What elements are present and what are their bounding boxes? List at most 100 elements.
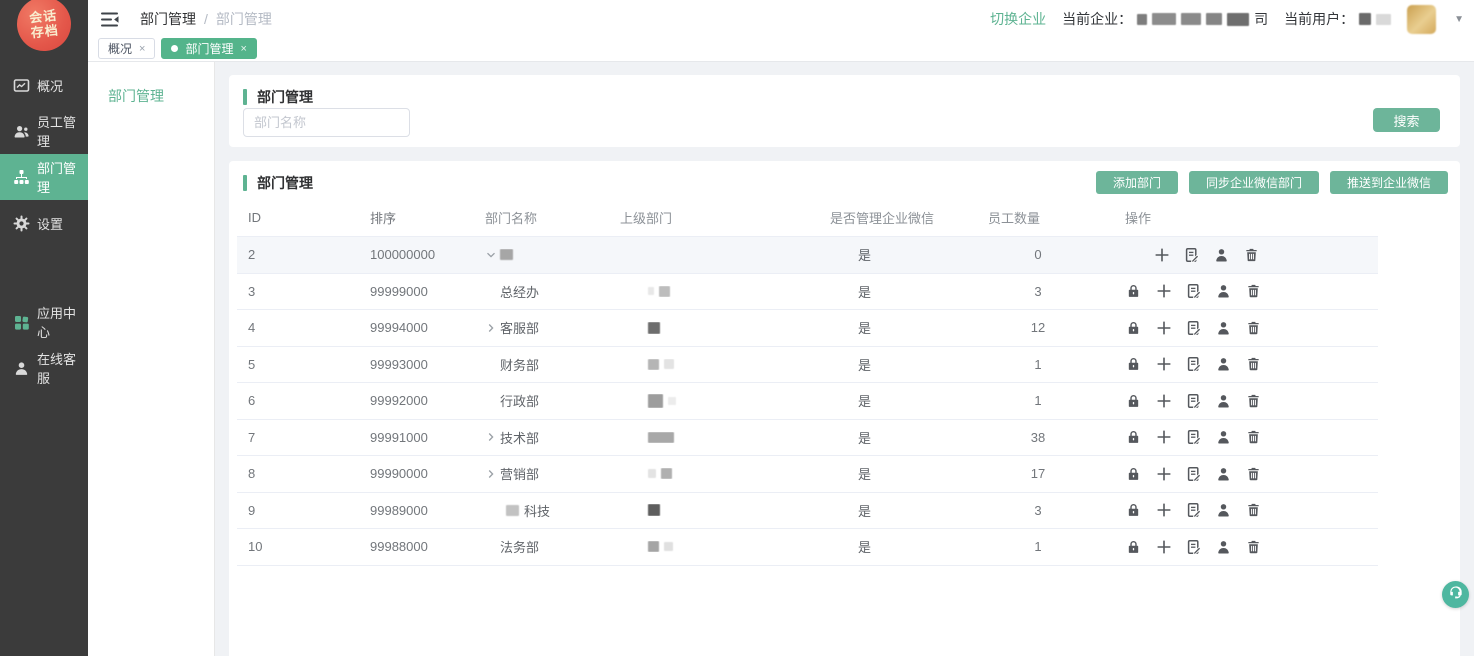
search-button[interactable]: 搜索 <box>1373 108 1440 132</box>
add-sub-department-icon[interactable] <box>1155 465 1172 482</box>
department-members-icon[interactable] <box>1215 392 1232 409</box>
edit-department-icon[interactable] <box>1185 465 1202 482</box>
lock-icon[interactable] <box>1125 283 1142 300</box>
user-name-redacted <box>1359 13 1391 25</box>
cell-operations <box>1125 392 1378 409</box>
department-members-icon[interactable] <box>1215 429 1232 446</box>
lock-icon[interactable] <box>1125 465 1142 482</box>
add-sub-department-icon[interactable] <box>1155 392 1172 409</box>
user-menu-caret-down-icon[interactable]: ▼ <box>1454 14 1464 25</box>
department-members-icon[interactable] <box>1215 465 1232 482</box>
department-members-icon[interactable] <box>1213 246 1230 263</box>
cell-department-name: 总经办 <box>485 282 620 301</box>
edit-department-icon[interactable] <box>1185 538 1202 555</box>
user-avatar[interactable] <box>1407 5 1436 34</box>
cell-department-name: 科技 <box>485 501 620 520</box>
cell-employee-count: 1 <box>988 539 1088 554</box>
add-department-button[interactable]: 添加部门 <box>1096 171 1178 194</box>
switch-company-link[interactable]: 切换企业 <box>990 9 1046 29</box>
edit-department-icon[interactable] <box>1185 319 1202 336</box>
cell-manage-wecom: 是 <box>830 464 988 483</box>
sidebar-item-app-center[interactable]: 应用中心 <box>0 299 88 345</box>
settings-gear-icon <box>13 215 30 232</box>
sidebar-item-label: 应用中心 <box>37 303 88 341</box>
title-accent-bar <box>243 89 247 105</box>
department-name-text: 总经办 <box>500 282 539 301</box>
edit-department-icon[interactable] <box>1185 283 1202 300</box>
add-sub-department-icon[interactable] <box>1155 283 1172 300</box>
active-tab-dot <box>171 45 178 52</box>
sidebar-item-departments[interactable]: 部门管理 <box>0 154 88 200</box>
tab-overview[interactable]: 概况 × <box>98 38 155 59</box>
add-sub-department-icon[interactable] <box>1155 356 1172 373</box>
add-sub-department-icon[interactable] <box>1155 429 1172 446</box>
department-members-icon[interactable] <box>1215 319 1232 336</box>
collapse-row-arrow-icon[interactable] <box>485 249 500 261</box>
delete-department-icon[interactable] <box>1245 538 1262 555</box>
cell-employee-count: 17 <box>988 466 1088 481</box>
department-members-icon[interactable] <box>1215 502 1232 519</box>
lock-icon[interactable] <box>1125 392 1142 409</box>
department-name-text: 营销部 <box>500 464 539 483</box>
edit-department-icon[interactable] <box>1185 502 1202 519</box>
department-members-icon[interactable] <box>1215 538 1232 555</box>
edit-department-icon[interactable] <box>1185 392 1202 409</box>
lock-icon[interactable] <box>1125 429 1142 446</box>
edit-department-icon[interactable] <box>1185 356 1202 373</box>
table-header-row: ID 排序 部门名称 上级部门 是否管理企业微信 员工数量 操作 <box>237 199 1378 237</box>
overview-chart-icon <box>13 77 30 94</box>
sync-wecom-departments-button[interactable]: 同步企业微信部门 <box>1189 171 1319 194</box>
cell-department-name: 行政部 <box>485 391 620 410</box>
delete-department-icon[interactable] <box>1243 246 1260 263</box>
tab-departments[interactable]: 部门管理 × <box>161 38 256 59</box>
delete-department-icon[interactable] <box>1245 465 1262 482</box>
department-table: ID 排序 部门名称 上级部门 是否管理企业微信 员工数量 操作 2100000… <box>237 199 1378 566</box>
close-icon[interactable]: × <box>240 43 246 55</box>
collapse-sidebar-icon[interactable] <box>101 11 121 27</box>
customer-service-float-button[interactable] <box>1442 581 1469 608</box>
edit-department-icon[interactable] <box>1183 246 1200 263</box>
delete-department-icon[interactable] <box>1245 319 1262 336</box>
delete-department-icon[interactable] <box>1245 502 1262 519</box>
push-to-wecom-button[interactable]: 推送到企业微信 <box>1330 171 1448 194</box>
table-body: 2100000000是0399999000总经办是3499994000客服部是1… <box>237 237 1378 566</box>
expand-row-arrow-icon[interactable] <box>485 431 500 443</box>
lock-icon[interactable] <box>1125 502 1142 519</box>
lock-icon[interactable] <box>1125 356 1142 373</box>
redacted-text <box>1206 13 1222 25</box>
add-sub-department-icon[interactable] <box>1155 319 1172 336</box>
delete-department-icon[interactable] <box>1245 429 1262 446</box>
online-service-person-icon <box>13 360 30 377</box>
expand-row-arrow-icon[interactable] <box>485 468 500 480</box>
delete-department-icon[interactable] <box>1245 392 1262 409</box>
cell-parent-department <box>620 541 830 552</box>
sidebar-item-label: 部门管理 <box>37 158 88 196</box>
redacted-text <box>664 542 673 551</box>
cell-manage-wecom: 是 <box>830 245 988 264</box>
breadcrumb-section[interactable]: 部门管理 <box>140 9 196 29</box>
submenu-item-departments[interactable]: 部门管理 <box>88 62 214 106</box>
delete-department-icon[interactable] <box>1245 283 1262 300</box>
cell-operations <box>1125 356 1378 373</box>
lock-icon[interactable] <box>1125 319 1142 336</box>
department-name-text: 法务部 <box>500 537 539 556</box>
redacted-text <box>664 359 674 369</box>
lock-icon[interactable] <box>1125 538 1142 555</box>
department-name-input[interactable] <box>243 108 410 137</box>
close-icon[interactable]: × <box>139 43 145 55</box>
department-members-icon[interactable] <box>1215 356 1232 373</box>
expand-row-arrow-icon[interactable] <box>485 322 500 334</box>
delete-department-icon[interactable] <box>1245 356 1262 373</box>
edit-department-icon[interactable] <box>1185 429 1202 446</box>
add-sub-department-icon[interactable] <box>1155 502 1172 519</box>
sidebar-item-online-service[interactable]: 在线客服 <box>0 345 88 391</box>
sidebar-item-settings[interactable]: 设置 <box>0 200 88 246</box>
sidebar-item-overview[interactable]: 概况 <box>0 62 88 108</box>
cell-department-name: 技术部 <box>485 428 620 447</box>
add-sub-department-icon[interactable] <box>1153 246 1170 263</box>
current-company-label: 当前企业： <box>1062 9 1132 29</box>
sidebar-item-employees[interactable]: 员工管理 <box>0 108 88 154</box>
add-sub-department-icon[interactable] <box>1155 538 1172 555</box>
department-members-icon[interactable] <box>1215 283 1232 300</box>
search-card-title: 部门管理 <box>257 87 313 107</box>
